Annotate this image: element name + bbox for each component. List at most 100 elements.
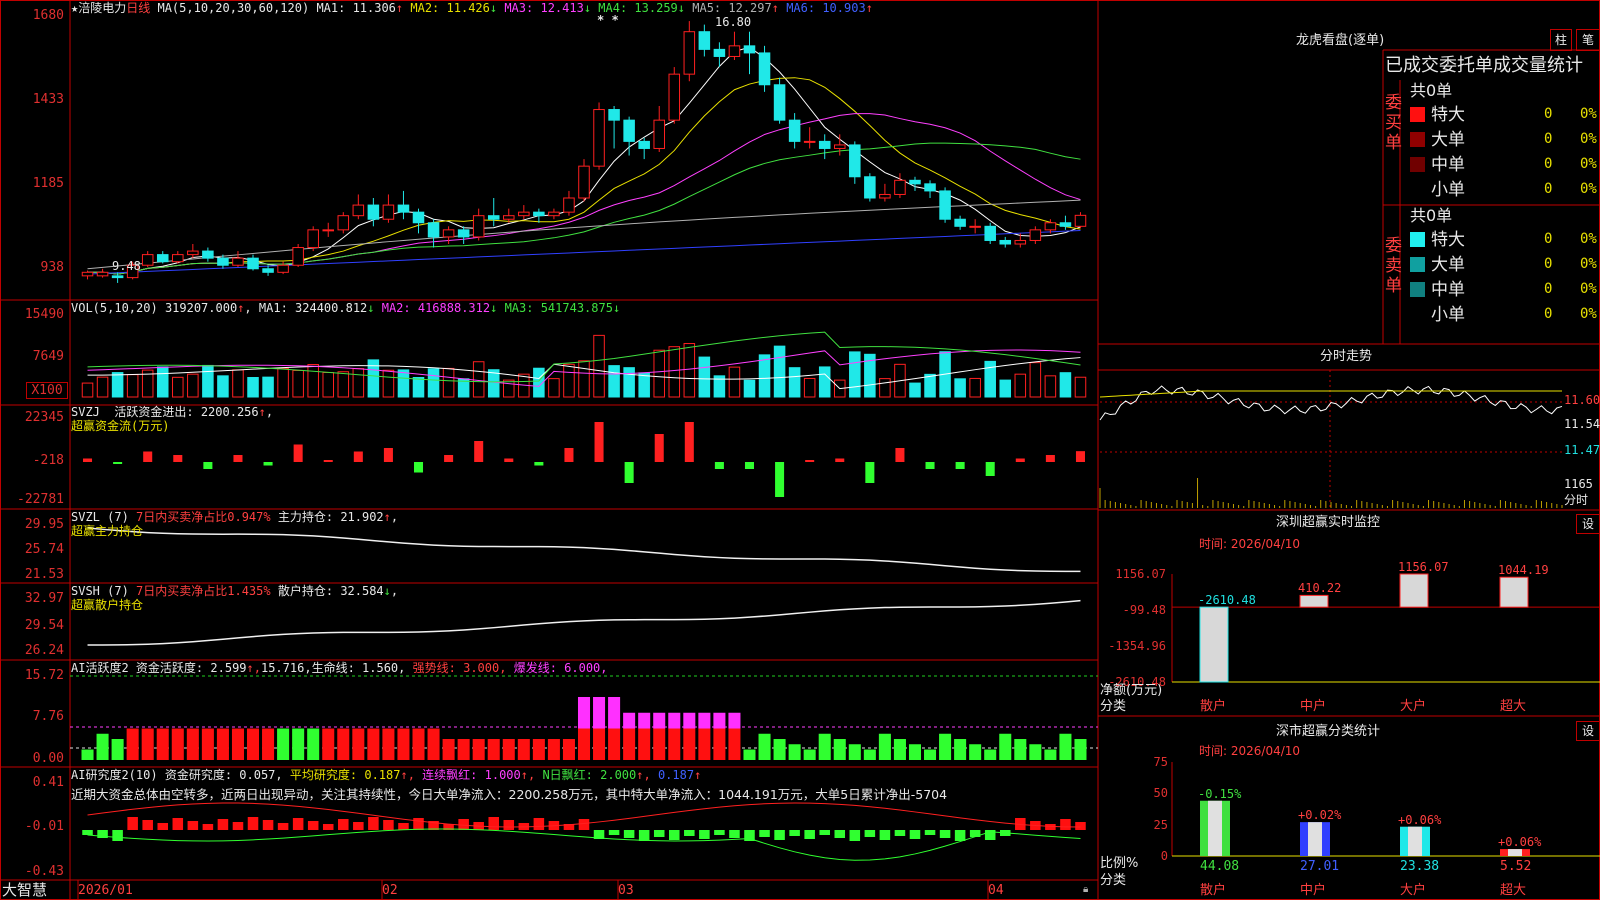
ma-value: 12.413 bbox=[540, 1, 584, 15]
activity-bar bbox=[337, 728, 350, 760]
ai-val1b: 15.716 bbox=[260, 661, 305, 675]
activity-bar bbox=[186, 728, 199, 760]
research-bar bbox=[413, 818, 424, 830]
volume-bar bbox=[728, 366, 741, 398]
tick-mode-button[interactable]: 笔 bbox=[1576, 29, 1600, 51]
activity-bar bbox=[457, 739, 470, 760]
activity-bar bbox=[532, 739, 545, 760]
fund-flow-bar bbox=[353, 451, 363, 462]
sell-row: 中单 bbox=[1410, 280, 1465, 300]
activity-bar bbox=[743, 749, 756, 760]
research-bar bbox=[684, 830, 695, 836]
svzl-y-tick: 29.95 bbox=[24, 517, 64, 532]
classify-category: 超大 bbox=[1500, 883, 1527, 898]
vol-ma-value: 541743.875 bbox=[540, 301, 613, 315]
svsh-arrow: ↓ bbox=[383, 584, 391, 598]
activity-bar bbox=[893, 739, 906, 760]
research-bar bbox=[232, 822, 244, 830]
volume-bar bbox=[879, 378, 891, 398]
volume-bar bbox=[1029, 362, 1042, 398]
ai-val2: 1.560 bbox=[362, 661, 399, 675]
volume-bar bbox=[202, 364, 214, 398]
fund-flow-bar bbox=[955, 462, 965, 469]
activity-bar bbox=[788, 744, 801, 760]
lock-icon[interactable]: 🔒︎ bbox=[1083, 883, 1088, 897]
classify-value-label: 5.52 bbox=[1500, 859, 1532, 874]
research-bar bbox=[157, 823, 169, 830]
activity-bar bbox=[969, 744, 982, 760]
activity-bar bbox=[803, 749, 816, 760]
sell-percent: 0% bbox=[1580, 281, 1597, 297]
activity-bar bbox=[246, 728, 260, 760]
activity-bar bbox=[367, 728, 380, 760]
stock-name[interactable]: ★涪陵电力 bbox=[71, 1, 126, 15]
candle-body bbox=[172, 254, 184, 263]
buy-name: 大单 bbox=[1431, 130, 1465, 150]
svzl-arrow: ↑ bbox=[383, 510, 391, 524]
activity-bar bbox=[1044, 749, 1057, 760]
fund-flow-bar bbox=[684, 422, 694, 462]
candle-body bbox=[96, 271, 109, 277]
fund-flow-bar bbox=[654, 434, 664, 462]
period-label[interactable]: 日线 bbox=[126, 1, 150, 15]
fund-flow-bar bbox=[113, 462, 123, 464]
svsh-header: SVSH (7) 7日内买卖净占比1.435% 散户持仓: 32.584↓, bbox=[71, 584, 399, 598]
activity-bar bbox=[848, 744, 861, 760]
activity-bar bbox=[397, 728, 410, 760]
ai-y-tick: 15.72 bbox=[24, 668, 64, 683]
dragon-title: 龙虎看盘(逐单) bbox=[1296, 33, 1385, 48]
research-bar bbox=[262, 820, 274, 830]
sell-row: 大单 bbox=[1410, 255, 1465, 275]
fund-flow-bar bbox=[865, 462, 875, 483]
vol-ma-key: MA2: bbox=[374, 301, 418, 315]
candle-body bbox=[698, 31, 711, 50]
research-bar bbox=[292, 818, 304, 830]
volume-bar bbox=[593, 334, 605, 398]
activity-bar bbox=[623, 728, 636, 760]
candle-body bbox=[773, 84, 786, 121]
vol-unit-button[interactable]: X100 bbox=[26, 382, 68, 399]
volume-bar bbox=[503, 379, 515, 398]
buy-percent: 0% bbox=[1580, 106, 1597, 122]
svzj-arrow: ↑ bbox=[258, 405, 266, 419]
intraday-tab[interactable]: 分时 bbox=[1564, 493, 1588, 507]
research-key4: N日飘红: bbox=[542, 768, 593, 782]
activity-bar bbox=[593, 728, 606, 760]
activity-bar bbox=[307, 728, 320, 760]
activity-bar-hot bbox=[713, 712, 726, 729]
classify-y-tick: 50 bbox=[1153, 786, 1168, 800]
volume-bar bbox=[126, 374, 139, 398]
monitor-y-tick: 1156.07 bbox=[1115, 567, 1166, 581]
classify-settings-button[interactable]: 设 bbox=[1576, 721, 1600, 741]
ma-key: MA6: bbox=[778, 1, 823, 15]
activity-bar bbox=[216, 728, 229, 760]
candle-body bbox=[427, 222, 440, 238]
monitor-date: 时间: 2026/04/10 bbox=[1199, 537, 1301, 551]
vol-ma-values: MA1: 324400.812↓ MA2: 416888.312↓ MA3: 5… bbox=[259, 301, 620, 315]
ma-arrow: ↓ bbox=[677, 1, 686, 15]
bar-mode-button[interactable]: 柱 bbox=[1550, 29, 1572, 51]
activity-bar bbox=[322, 728, 335, 760]
fund-flow-bar bbox=[744, 462, 755, 469]
research-bar bbox=[924, 830, 936, 835]
activity-bar bbox=[1029, 744, 1042, 760]
svsh-label: SVSH (7) bbox=[71, 584, 129, 598]
color-swatch-icon bbox=[1410, 232, 1425, 247]
activity-bar-hot bbox=[577, 697, 591, 729]
research-bar bbox=[217, 819, 229, 830]
ai-key3: 强势线: bbox=[412, 661, 456, 675]
kline-y-tick: 1680 bbox=[32, 8, 64, 23]
classify-y-tick: 75 bbox=[1153, 755, 1168, 769]
volume-bar bbox=[758, 354, 771, 398]
brand-logo[interactable]: 大智慧 bbox=[2, 882, 47, 899]
research-bar bbox=[383, 820, 394, 830]
activity-bar bbox=[382, 728, 395, 760]
candle-body bbox=[412, 211, 425, 224]
candle-body bbox=[217, 257, 229, 266]
volume-bar bbox=[412, 377, 425, 398]
ma-value: 13.259 bbox=[634, 1, 678, 15]
research-bar bbox=[488, 817, 499, 830]
monitor-settings-button[interactable]: 设 bbox=[1576, 514, 1600, 534]
activity-bar bbox=[924, 749, 937, 760]
candle-body bbox=[623, 119, 635, 142]
